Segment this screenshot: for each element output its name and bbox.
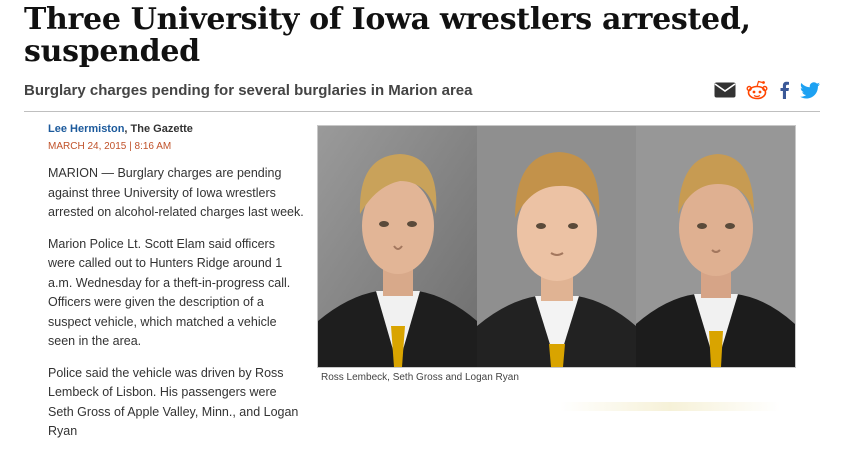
paragraph: Marion Police Lt. Scott Elam said office…	[48, 236, 291, 349]
header-divider	[24, 111, 820, 112]
article-headline: Three University of Iowa wrestlers arres…	[24, 2, 751, 69]
portrait-image	[318, 126, 477, 367]
portrait-image	[636, 126, 795, 367]
reddit-icon[interactable]	[746, 80, 768, 100]
portrait-image	[477, 126, 636, 367]
twitter-icon[interactable]	[800, 81, 820, 99]
publish-date: MARCH 24, 2015 | 8:16 AM	[48, 141, 172, 152]
photo-caption: Ross Lembeck, Seth Gross and Logan Ryan	[321, 372, 519, 383]
facebook-icon[interactable]	[778, 81, 790, 99]
mugshot-photo	[317, 125, 796, 368]
paragraph: MARION — Burglary charges are pending ag…	[48, 166, 304, 219]
article-body: MARION — Burglary charges are pending ag…	[48, 164, 304, 454]
article-subheadline: Burglary charges pending for several bur…	[24, 82, 473, 99]
byline: Lee Hermiston, The Gazette	[48, 123, 193, 135]
share-bar	[714, 80, 820, 100]
outlet-name: , The Gazette	[124, 123, 193, 135]
faded-ad-strip	[560, 402, 780, 411]
email-icon[interactable]	[714, 82, 736, 98]
paragraph: Police said the vehicle was driven by Ro…	[48, 365, 299, 439]
author-link[interactable]: Lee Hermiston	[48, 123, 124, 135]
